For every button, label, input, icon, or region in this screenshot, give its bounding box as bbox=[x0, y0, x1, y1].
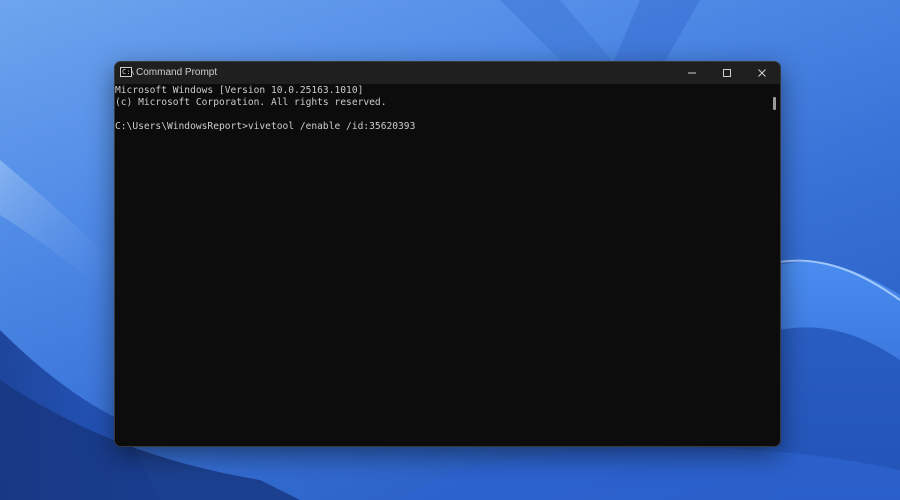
vertical-scrollbar[interactable] bbox=[768, 84, 780, 446]
title-bar[interactable]: C:\ Command Prompt bbox=[115, 62, 780, 84]
minimize-icon bbox=[687, 72, 696, 74]
close-button[interactable] bbox=[744, 62, 779, 84]
command-prompt-window[interactable]: C:\ Command Prompt Microsoft Windows [Ve… bbox=[114, 61, 781, 447]
minimize-button[interactable] bbox=[674, 62, 709, 84]
console-output[interactable]: Microsoft Windows [Version 10.0.25163.10… bbox=[115, 84, 768, 446]
scrollbar-thumb[interactable] bbox=[773, 97, 776, 110]
maximize-button[interactable] bbox=[709, 62, 744, 84]
console-line-version: Microsoft Windows [Version 10.0.25163.10… bbox=[115, 85, 364, 96]
close-icon bbox=[757, 69, 766, 77]
window-title: Command Prompt bbox=[136, 67, 218, 78]
command-prompt-icon: C:\ bbox=[120, 67, 135, 77]
maximize-icon bbox=[722, 69, 731, 77]
console-line-copyright: (c) Microsoft Corporation. All rights re… bbox=[115, 97, 387, 108]
console-line-command: C:\Users\WindowsReport>vivetool /enable … bbox=[115, 121, 416, 132]
